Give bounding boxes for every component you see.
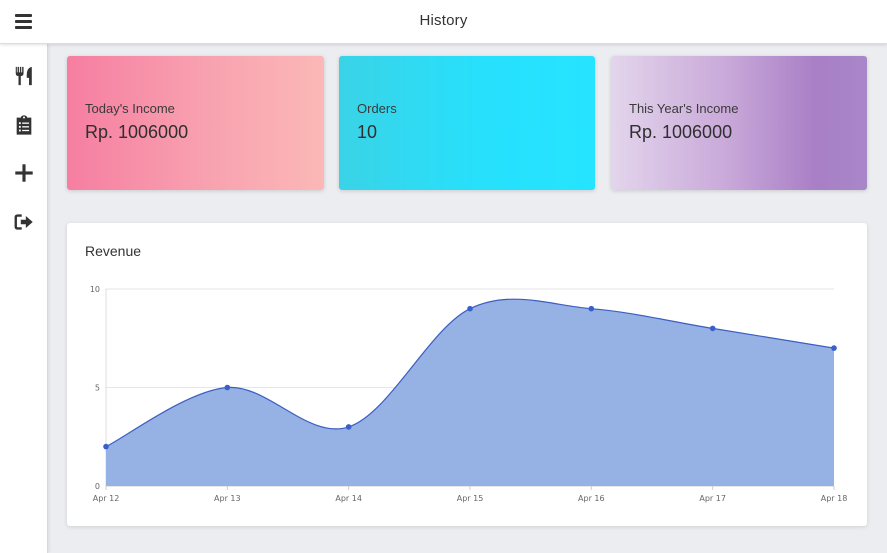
yearly-income-card: This Year's Income Rp. 1006000 bbox=[611, 56, 867, 190]
sign-out-icon bbox=[14, 214, 33, 230]
data-point bbox=[467, 305, 473, 312]
card-label: This Year's Income bbox=[629, 101, 739, 116]
plus-icon bbox=[15, 164, 33, 182]
data-point bbox=[345, 424, 352, 430]
data-point bbox=[224, 384, 231, 391]
x-tick-label: Apr 18 bbox=[821, 494, 848, 503]
card-value: 10 bbox=[357, 122, 378, 142]
sidebar-item-logout[interactable] bbox=[10, 208, 38, 236]
revenue-chart: 0 5 10 Apr 12 Apr 13 Apr 14 Apr 15 Apr 16 Apr 17… bbox=[90, 285, 848, 503]
x-tick-label: Apr 14 bbox=[335, 494, 362, 503]
todays-income-card: Today's Income Rp. 1006000 bbox=[67, 56, 324, 190]
page-title: History bbox=[419, 12, 468, 29]
top-bar: History bbox=[0, 0, 887, 44]
card-value: Rp. 1006000 bbox=[85, 122, 189, 142]
data-point bbox=[831, 345, 837, 351]
orders-card: Orders 10 bbox=[339, 56, 595, 190]
utensils-icon bbox=[15, 66, 32, 86]
card-value: Rp. 1006000 bbox=[629, 122, 733, 142]
y-tick-label: 5 bbox=[95, 384, 100, 393]
sidebar-item-menu[interactable] bbox=[10, 62, 38, 90]
sidebar-item-history[interactable] bbox=[10, 111, 38, 139]
x-tick-label: Apr 12 bbox=[93, 494, 120, 503]
sidebar-item-add[interactable] bbox=[10, 159, 38, 187]
revenue-panel: Revenue 0 5 10 Apr 12 Apr 13 Apr 14 Apr 15 Apr … bbox=[67, 223, 867, 526]
data-point bbox=[588, 305, 595, 312]
revenue-area bbox=[106, 299, 834, 486]
data-point bbox=[709, 325, 716, 332]
clipboard-icon bbox=[16, 115, 32, 135]
y-tick-label: 0 bbox=[95, 482, 100, 491]
sidebar bbox=[0, 44, 48, 553]
x-tick-label: Apr 13 bbox=[214, 494, 241, 503]
x-tick-label: Apr 17 bbox=[699, 494, 726, 503]
data-point bbox=[103, 443, 109, 450]
card-label: Orders bbox=[357, 101, 397, 116]
x-tick-label: Apr 15 bbox=[457, 494, 484, 503]
y-tick-label: 10 bbox=[90, 285, 100, 294]
x-tick-label: Apr 16 bbox=[578, 494, 605, 503]
card-label: Today's Income bbox=[85, 101, 175, 116]
